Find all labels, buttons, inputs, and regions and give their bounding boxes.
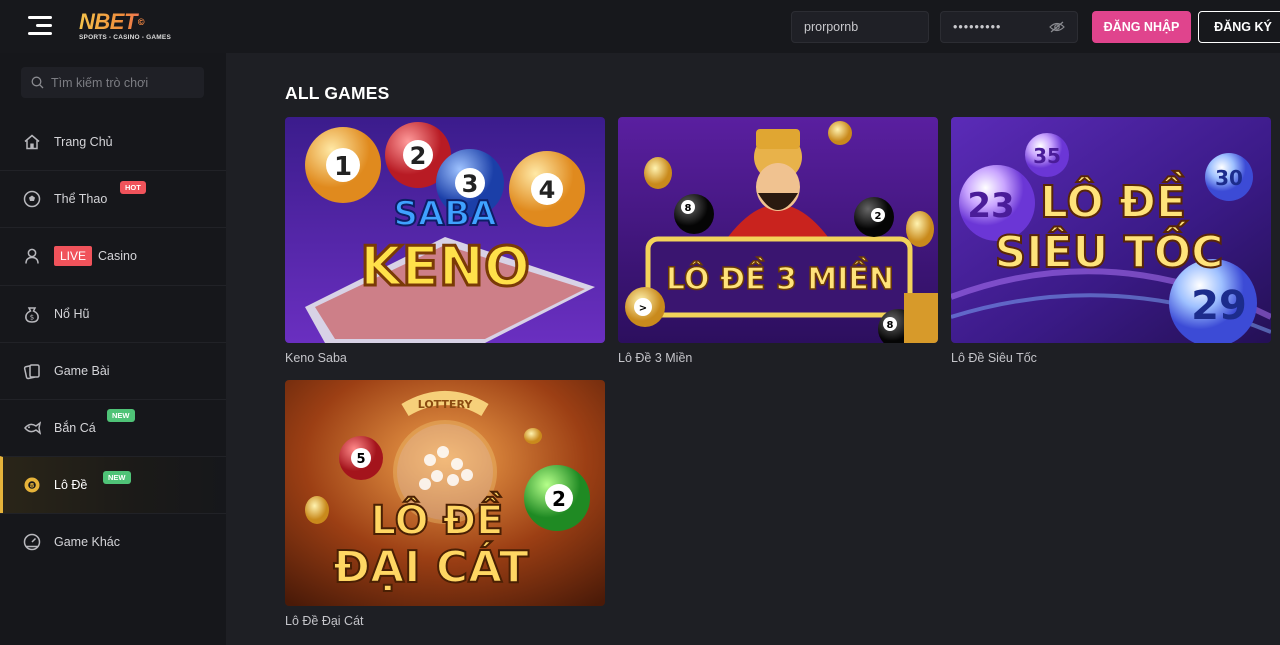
sidebar-item-the-thao[interactable]: Thể Thao HOT bbox=[0, 170, 226, 227]
live-badge: LIVE bbox=[54, 246, 93, 267]
sidebar-item-game-khac[interactable]: Game Khác bbox=[0, 513, 226, 570]
sidebar-item-label: Casino bbox=[98, 249, 137, 264]
sidebar-item-label: Game Khác bbox=[54, 535, 121, 550]
logo-tagline: SPORTS - CASINO - GAMES bbox=[79, 34, 171, 41]
svg-text:30: 30 bbox=[1215, 166, 1243, 190]
svg-text:1: 1 bbox=[334, 152, 352, 182]
hamburger-menu-icon[interactable] bbox=[28, 16, 52, 36]
svg-text:2: 2 bbox=[875, 211, 882, 222]
game-title[interactable]: Lô Đề Siêu Tốc bbox=[951, 351, 1271, 365]
svg-text:>: > bbox=[639, 303, 647, 314]
game-card-keno-saba[interactable]: 1 2 3 4 SABA KENO Keno Saba bbox=[285, 117, 605, 365]
art-text: KENO bbox=[360, 235, 530, 298]
new-badge: NEW bbox=[107, 408, 135, 422]
sidebar-item-label: Bắn Cá bbox=[54, 421, 96, 436]
sidebar-item-label: Lô Đề bbox=[54, 478, 88, 493]
game-thumbnail[interactable]: 23 35 30 29 LÔ ĐỀ SIÊU TỐC bbox=[951, 117, 1271, 343]
dealer-icon bbox=[22, 246, 42, 266]
svg-text:2: 2 bbox=[410, 142, 427, 170]
sidebar-item-lo-de[interactable]: 8 Lô Đề NEW bbox=[0, 456, 226, 514]
game-title[interactable]: Keno Saba bbox=[285, 351, 605, 365]
sidebar-item-game-bai[interactable]: Game Bài bbox=[0, 341, 226, 399]
art-text: LÔ ĐỀ bbox=[371, 490, 504, 544]
art-text: LOTTERY bbox=[418, 398, 474, 411]
art-text: SABA bbox=[393, 194, 497, 234]
svg-text:8: 8 bbox=[30, 482, 35, 490]
art-text: SIÊU TỐC bbox=[995, 220, 1224, 278]
svg-text:$: $ bbox=[30, 313, 34, 321]
sidebar-item-casino[interactable]: LIVE Casino bbox=[0, 227, 226, 284]
game-thumbnail[interactable]: LOTTERY 5 2 LÔ ĐỀ ĐẠI CÁT bbox=[285, 380, 605, 606]
game-card-lo-de-3-mien[interactable]: LÔ ĐỀ 3 MIỀN 8 2 8 > Lô Đề 3 Miền bbox=[618, 117, 938, 365]
sidebar-item-label: Game Bài bbox=[54, 363, 110, 378]
password-field[interactable]: ••••••••• bbox=[940, 11, 1078, 43]
nbet-logo[interactable]: NBET© SPORTS - CASINO - GAMES bbox=[79, 12, 171, 41]
search-icon bbox=[31, 76, 44, 89]
home-icon bbox=[22, 132, 42, 152]
new-badge: NEW bbox=[103, 471, 131, 485]
soccer-ball-icon bbox=[22, 189, 42, 209]
gauge-icon bbox=[22, 532, 42, 552]
sidebar-item-ban-ca[interactable]: Bắn Cá NEW bbox=[0, 398, 226, 456]
art-text: LÔ ĐỀ 3 MIỀN bbox=[666, 257, 894, 297]
eye-off-icon[interactable] bbox=[1049, 21, 1065, 33]
art-text: LÔ ĐỀ bbox=[1040, 170, 1186, 228]
sidebar: Tìm kiếm trò chơi Trang Chủ Thể Thao HOT… bbox=[0, 53, 226, 645]
sidebar-item-label: Nổ Hũ bbox=[54, 306, 90, 321]
username-value: prorpornb bbox=[804, 20, 859, 34]
svg-text:4: 4 bbox=[539, 176, 556, 204]
game-title[interactable]: Lô Đề Đại Cát bbox=[285, 614, 605, 628]
password-value: ••••••••• bbox=[953, 20, 1002, 34]
sidebar-item-label: Thể Thao bbox=[54, 192, 108, 207]
game-card-lo-de-dai-cat[interactable]: LOTTERY 5 2 LÔ ĐỀ ĐẠI CÁT Lô Đề Đại Cát bbox=[285, 380, 605, 628]
svg-text:5: 5 bbox=[356, 452, 365, 467]
page-title: ALL GAMES bbox=[285, 83, 390, 103]
money-bag-icon: $ bbox=[22, 304, 42, 324]
register-button[interactable]: ĐĂNG KÝ bbox=[1198, 11, 1280, 43]
game-thumbnail[interactable]: LÔ ĐỀ 3 MIỀN 8 2 8 > bbox=[618, 117, 938, 343]
game-title[interactable]: Lô Đề 3 Miền bbox=[618, 351, 938, 365]
main-content: ALL GAMES 1 2 3 4 SABA KENO Keno Saba LÔ… bbox=[226, 53, 1280, 645]
username-field[interactable]: prorpornb bbox=[791, 11, 929, 43]
sidebar-item-trang-chu[interactable]: Trang Chủ bbox=[0, 113, 226, 170]
svg-text:35: 35 bbox=[1033, 144, 1061, 168]
search-placeholder: Tìm kiếm trò chơi bbox=[51, 75, 149, 90]
top-bar: NBET© SPORTS - CASINO - GAMES prorpornb … bbox=[0, 0, 1280, 53]
sidebar-nav: Trang Chủ Thể Thao HOT LIVE Casino $ Nổ … bbox=[0, 113, 226, 571]
cards-icon bbox=[22, 361, 42, 381]
sidebar-item-no-hu[interactable]: $ Nổ Hũ bbox=[0, 284, 226, 342]
svg-text:23: 23 bbox=[967, 186, 1014, 226]
lottery-ball-icon: 8 bbox=[22, 475, 42, 495]
login-button[interactable]: ĐĂNG NHẬP bbox=[1092, 11, 1191, 43]
game-card-lo-de-sieu-toc[interactable]: 23 35 30 29 LÔ ĐỀ SIÊU TỐC Lô Đề Siêu Tố… bbox=[951, 117, 1271, 365]
svg-text:2: 2 bbox=[552, 487, 566, 511]
svg-text:8: 8 bbox=[685, 203, 692, 214]
fish-icon bbox=[22, 418, 42, 438]
svg-text:29: 29 bbox=[1191, 283, 1247, 329]
search-input[interactable]: Tìm kiếm trò chơi bbox=[21, 67, 204, 98]
sidebar-item-label: Trang Chủ bbox=[54, 134, 113, 149]
art-text: ĐẠI CÁT bbox=[333, 540, 529, 593]
svg-text:8: 8 bbox=[887, 320, 894, 331]
game-thumbnail[interactable]: 1 2 3 4 SABA KENO bbox=[285, 117, 605, 343]
hot-badge: HOT bbox=[120, 181, 146, 195]
